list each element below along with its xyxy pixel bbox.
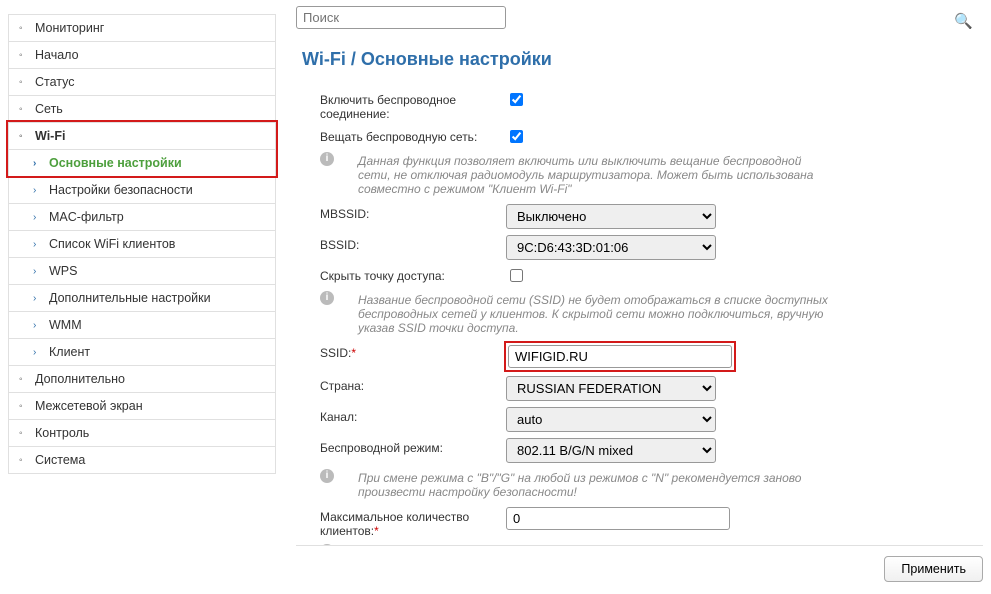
broadcast-checkbox[interactable]: [510, 130, 523, 143]
nav-wifi-basic[interactable]: ›Основные настройки: [8, 149, 276, 176]
arrow-icon: ›: [33, 347, 41, 358]
nav-wifi-wps[interactable]: ›WPS: [8, 257, 276, 284]
mode-label: Беспроводной режим:: [320, 438, 506, 455]
nav-start[interactable]: ◦Начало: [8, 41, 276, 68]
nav-status[interactable]: ◦Статус: [8, 68, 276, 95]
nav-wifi[interactable]: ◦Wi-Fi: [8, 122, 276, 149]
broadcast-help: Данная функция позволяет включить или вы…: [358, 154, 828, 196]
arrow-icon: ›: [33, 158, 41, 169]
nav-wifi-wmm[interactable]: ›WMM: [8, 311, 276, 338]
apply-button[interactable]: Применить: [884, 556, 983, 582]
enable-wireless-checkbox[interactable]: [510, 93, 523, 106]
bssid-select[interactable]: 9C:D6:43:3D:01:06: [506, 235, 716, 260]
max-clients-label: Максимальное количество клиентов:*: [320, 507, 506, 538]
info-icon: i: [320, 152, 334, 166]
bullet-icon: ◦: [19, 428, 27, 439]
enable-wireless-label: Включить беспроводное соединение:: [320, 90, 506, 121]
bullet-icon: ◦: [19, 104, 27, 115]
mbssid-select[interactable]: Выключено: [506, 204, 716, 229]
button-row: Применить: [296, 546, 983, 582]
nav-wifi-client[interactable]: ›Клиент: [8, 338, 276, 365]
country-select[interactable]: RUSSIAN FEDERATION: [506, 376, 716, 401]
country-label: Страна:: [320, 376, 506, 393]
arrow-icon: ›: [33, 266, 41, 277]
sidebar: ◦Мониторинг ◦Начало ◦Статус ◦Сеть ◦Wi-Fi…: [0, 0, 288, 594]
nav-system[interactable]: ◦Система: [8, 446, 276, 474]
nav-net[interactable]: ◦Сеть: [8, 95, 276, 122]
mbssid-label: MBSSID:: [320, 204, 506, 221]
nav-wifi-security[interactable]: ›Настройки безопасности: [8, 176, 276, 203]
arrow-icon: ›: [33, 212, 41, 223]
bullet-icon: ◦: [19, 374, 27, 385]
broadcast-label: Вещать беспроводную сеть:: [320, 127, 506, 144]
hide-ap-label: Скрыть точку доступа:: [320, 266, 506, 283]
page-title: Wi-Fi / Основные настройки: [296, 43, 983, 80]
arrow-icon: ›: [33, 185, 41, 196]
mode-help: При смене режима с "B"/"G" на любой из р…: [358, 471, 828, 499]
nav-control[interactable]: ◦Контроль: [8, 419, 276, 446]
info-icon: i: [320, 291, 334, 305]
nav-monitoring[interactable]: ◦Мониторинг: [8, 14, 276, 41]
channel-select[interactable]: auto: [506, 407, 716, 432]
bssid-label: BSSID:: [320, 235, 506, 252]
form-content: Включить беспроводное соединение: Вещать…: [296, 80, 983, 546]
bullet-icon: ◦: [19, 401, 27, 412]
channel-label: Канал:: [320, 407, 506, 424]
bullet-icon: ◦: [19, 77, 27, 88]
mode-select[interactable]: 802.11 B/G/N mixed: [506, 438, 716, 463]
hide-ap-help: Название беспроводной сети (SSID) не буд…: [358, 293, 828, 335]
nav-wifi-clients[interactable]: ›Список WiFi клиентов: [8, 230, 276, 257]
nav-wifi-mac[interactable]: ›MAC-фильтр: [8, 203, 276, 230]
ssid-highlight: [506, 343, 734, 370]
nav-wifi-advanced[interactable]: ›Дополнительные настройки: [8, 284, 276, 311]
nav-additional[interactable]: ◦Дополнительно: [8, 365, 276, 392]
ssid-input[interactable]: [508, 345, 732, 368]
search-row: 🔍: [296, 6, 983, 29]
bullet-icon: ◦: [19, 455, 27, 466]
search-input[interactable]: [296, 6, 506, 29]
bullet-icon: ◦: [19, 23, 27, 34]
hide-ap-checkbox[interactable]: [510, 269, 523, 282]
arrow-icon: ›: [33, 239, 41, 250]
bullet-icon: ◦: [19, 131, 27, 142]
nav-firewall[interactable]: ◦Межсетевой экран: [8, 392, 276, 419]
main-content: 🔍 Wi-Fi / Основные настройки Включить бе…: [288, 0, 991, 594]
info-icon: i: [320, 469, 334, 483]
bullet-icon: ◦: [19, 50, 27, 61]
search-icon[interactable]: 🔍: [954, 12, 973, 30]
wifi-section-highlight: ◦Wi-Fi ›Основные настройки: [8, 122, 276, 176]
max-clients-input[interactable]: [506, 507, 730, 530]
ssid-label: SSID:*: [320, 343, 506, 360]
arrow-icon: ›: [33, 320, 41, 331]
arrow-icon: ›: [33, 293, 41, 304]
